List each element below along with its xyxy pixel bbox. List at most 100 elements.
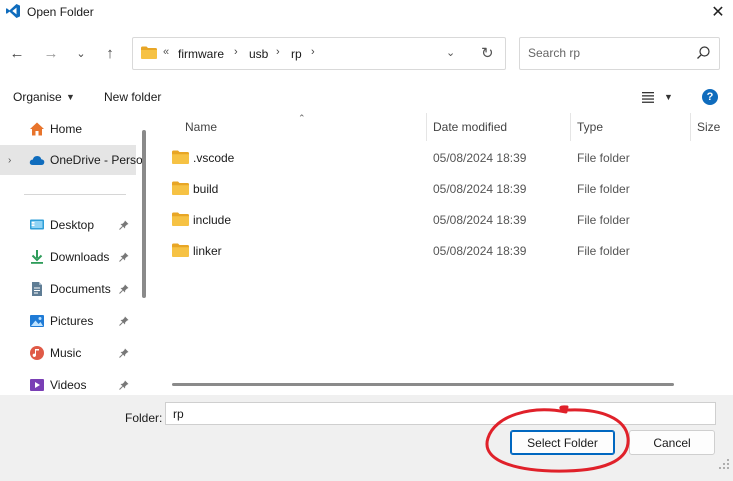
sidebar-item-pictures[interactable]: Pictures xyxy=(0,306,136,336)
new-folder-button[interactable]: New folder xyxy=(104,90,161,104)
file-name: build xyxy=(193,182,219,196)
folder-icon xyxy=(172,243,189,257)
sidebar-divider xyxy=(24,194,126,195)
file-row[interactable]: build 05/08/2024 18:39 File folder xyxy=(155,174,733,205)
sidebar-item-home[interactable]: Home xyxy=(0,114,136,144)
column-header-date-modified[interactable]: Date modified xyxy=(433,120,507,134)
sidebar-item-label: Music xyxy=(50,346,82,360)
column-header-size[interactable]: Size xyxy=(697,120,720,134)
folder-icon xyxy=(141,46,157,59)
caret-down-icon[interactable]: ▼ xyxy=(66,92,75,102)
column-header-name[interactable]: Name xyxy=(185,120,217,134)
sort-ascending-icon: ⌃ xyxy=(298,113,306,123)
pin-icon[interactable] xyxy=(119,284,129,294)
back-button[interactable]: ← xyxy=(6,42,28,64)
file-date: 05/08/2024 18:39 xyxy=(433,244,527,258)
view-options-icon[interactable] xyxy=(640,89,656,105)
sidebar-item-label: Pictures xyxy=(50,314,94,328)
arrow-right-icon: → xyxy=(43,44,59,62)
file-date: 05/08/2024 18:39 xyxy=(433,151,527,165)
recent-locations-button[interactable]: ⌄ xyxy=(70,42,92,64)
chevron-right-icon[interactable]: › xyxy=(8,155,11,166)
sidebar-item-label: OneDrive - Perso xyxy=(50,153,143,167)
title-bar: Open Folder ✕ xyxy=(0,0,733,26)
folder-name-input[interactable] xyxy=(165,402,716,425)
file-type: File folder xyxy=(577,244,630,258)
vscode-icon xyxy=(6,4,20,18)
pin-icon[interactable] xyxy=(119,316,129,326)
help-icon-glyph: ? xyxy=(706,91,714,103)
pin-icon[interactable] xyxy=(119,380,129,390)
column-divider[interactable] xyxy=(690,113,691,141)
sidebar-item-onedrive[interactable]: › OneDrive - Perso xyxy=(0,145,143,175)
address-dropdown-icon[interactable]: ⌄ xyxy=(446,46,455,59)
folder-icon xyxy=(172,212,189,226)
breadcrumb-usb[interactable]: usb xyxy=(249,47,268,61)
sidebar-scrollbar[interactable] xyxy=(142,130,146,298)
file-name: linker xyxy=(193,244,222,258)
sidebar-item-label: Videos xyxy=(50,378,87,392)
breadcrumb-separator-icon[interactable]: › xyxy=(276,46,280,58)
arrow-left-icon: ← xyxy=(9,44,25,62)
file-type: File folder xyxy=(577,182,630,196)
breadcrumb-separator-icon[interactable]: › xyxy=(311,46,315,58)
folder-icon xyxy=(172,181,189,195)
sidebar-item-music[interactable]: Music xyxy=(0,338,136,368)
music-icon xyxy=(29,345,45,361)
overflow-chevrons-icon[interactable]: « xyxy=(163,46,169,58)
refresh-icon[interactable]: ↻ xyxy=(481,44,494,62)
file-row[interactable]: linker 05/08/2024 18:39 File folder xyxy=(155,236,733,267)
sidebar-item-label: Documents xyxy=(50,282,111,296)
file-name: .vscode xyxy=(193,151,235,165)
file-date: 05/08/2024 18:39 xyxy=(433,182,527,196)
file-row[interactable]: .vscode 05/08/2024 18:39 File folder xyxy=(155,143,733,174)
sidebar-item-documents[interactable]: Documents xyxy=(0,274,136,304)
breadcrumb-rp[interactable]: rp xyxy=(291,47,302,61)
horizontal-scrollbar[interactable] xyxy=(172,383,674,386)
address-bar[interactable]: « firmware › usb › rp › ⌄ ↻ xyxy=(132,37,506,70)
help-icon[interactable]: ? xyxy=(702,89,718,105)
pin-icon[interactable] xyxy=(119,220,129,230)
close-button[interactable]: ✕ xyxy=(703,0,733,24)
file-name: include xyxy=(193,213,232,227)
folder-icon xyxy=(172,150,189,164)
pin-icon[interactable] xyxy=(119,348,129,358)
sidebar-item-label: Desktop xyxy=(50,218,95,232)
select-folder-button[interactable]: Select Folder xyxy=(510,430,615,455)
resize-grip-icon[interactable] xyxy=(718,458,730,470)
videos-icon xyxy=(29,377,45,393)
file-row[interactable]: include 05/08/2024 18:39 File folder xyxy=(155,205,733,236)
search-input[interactable] xyxy=(528,46,688,60)
file-list: ⌃ Name Date modified Type Size .vscode 0… xyxy=(155,113,733,395)
up-button[interactable]: ↑ xyxy=(99,42,121,64)
file-type: File folder xyxy=(577,151,630,165)
sidebar-item-label: Home xyxy=(50,122,83,136)
sidebar-item-downloads[interactable]: Downloads xyxy=(0,242,136,272)
file-date: 05/08/2024 18:39 xyxy=(433,213,527,227)
window-title: Open Folder xyxy=(27,5,94,19)
search-box[interactable] xyxy=(519,37,720,70)
chevron-down-icon: ⌄ xyxy=(76,47,86,60)
column-divider[interactable] xyxy=(570,113,571,141)
column-divider[interactable] xyxy=(426,113,427,141)
onedrive-cloud-icon xyxy=(29,152,45,168)
pin-icon[interactable] xyxy=(119,252,129,262)
caret-down-icon[interactable]: ▼ xyxy=(664,92,673,102)
organise-button[interactable]: Organise xyxy=(13,90,62,104)
folder-label: Folder: xyxy=(125,411,163,425)
home-icon xyxy=(29,121,45,137)
breadcrumb-separator-icon[interactable]: › xyxy=(234,46,238,58)
forward-button[interactable]: → xyxy=(40,42,62,64)
search-icon[interactable] xyxy=(695,45,711,61)
column-header-type[interactable]: Type xyxy=(577,120,603,134)
sidebar-item-videos[interactable]: Videos xyxy=(0,370,136,395)
pictures-icon xyxy=(29,313,45,329)
desktop-icon xyxy=(29,217,45,233)
arrow-up-icon: ↑ xyxy=(106,44,114,62)
cancel-button[interactable]: Cancel xyxy=(629,430,715,455)
breadcrumb-firmware[interactable]: firmware xyxy=(178,47,224,61)
navigation-pane: Home › OneDrive - Perso Desktop Download… xyxy=(0,113,148,395)
documents-icon xyxy=(29,281,45,297)
close-icon: ✕ xyxy=(711,4,725,21)
sidebar-item-desktop[interactable]: Desktop xyxy=(0,210,136,240)
